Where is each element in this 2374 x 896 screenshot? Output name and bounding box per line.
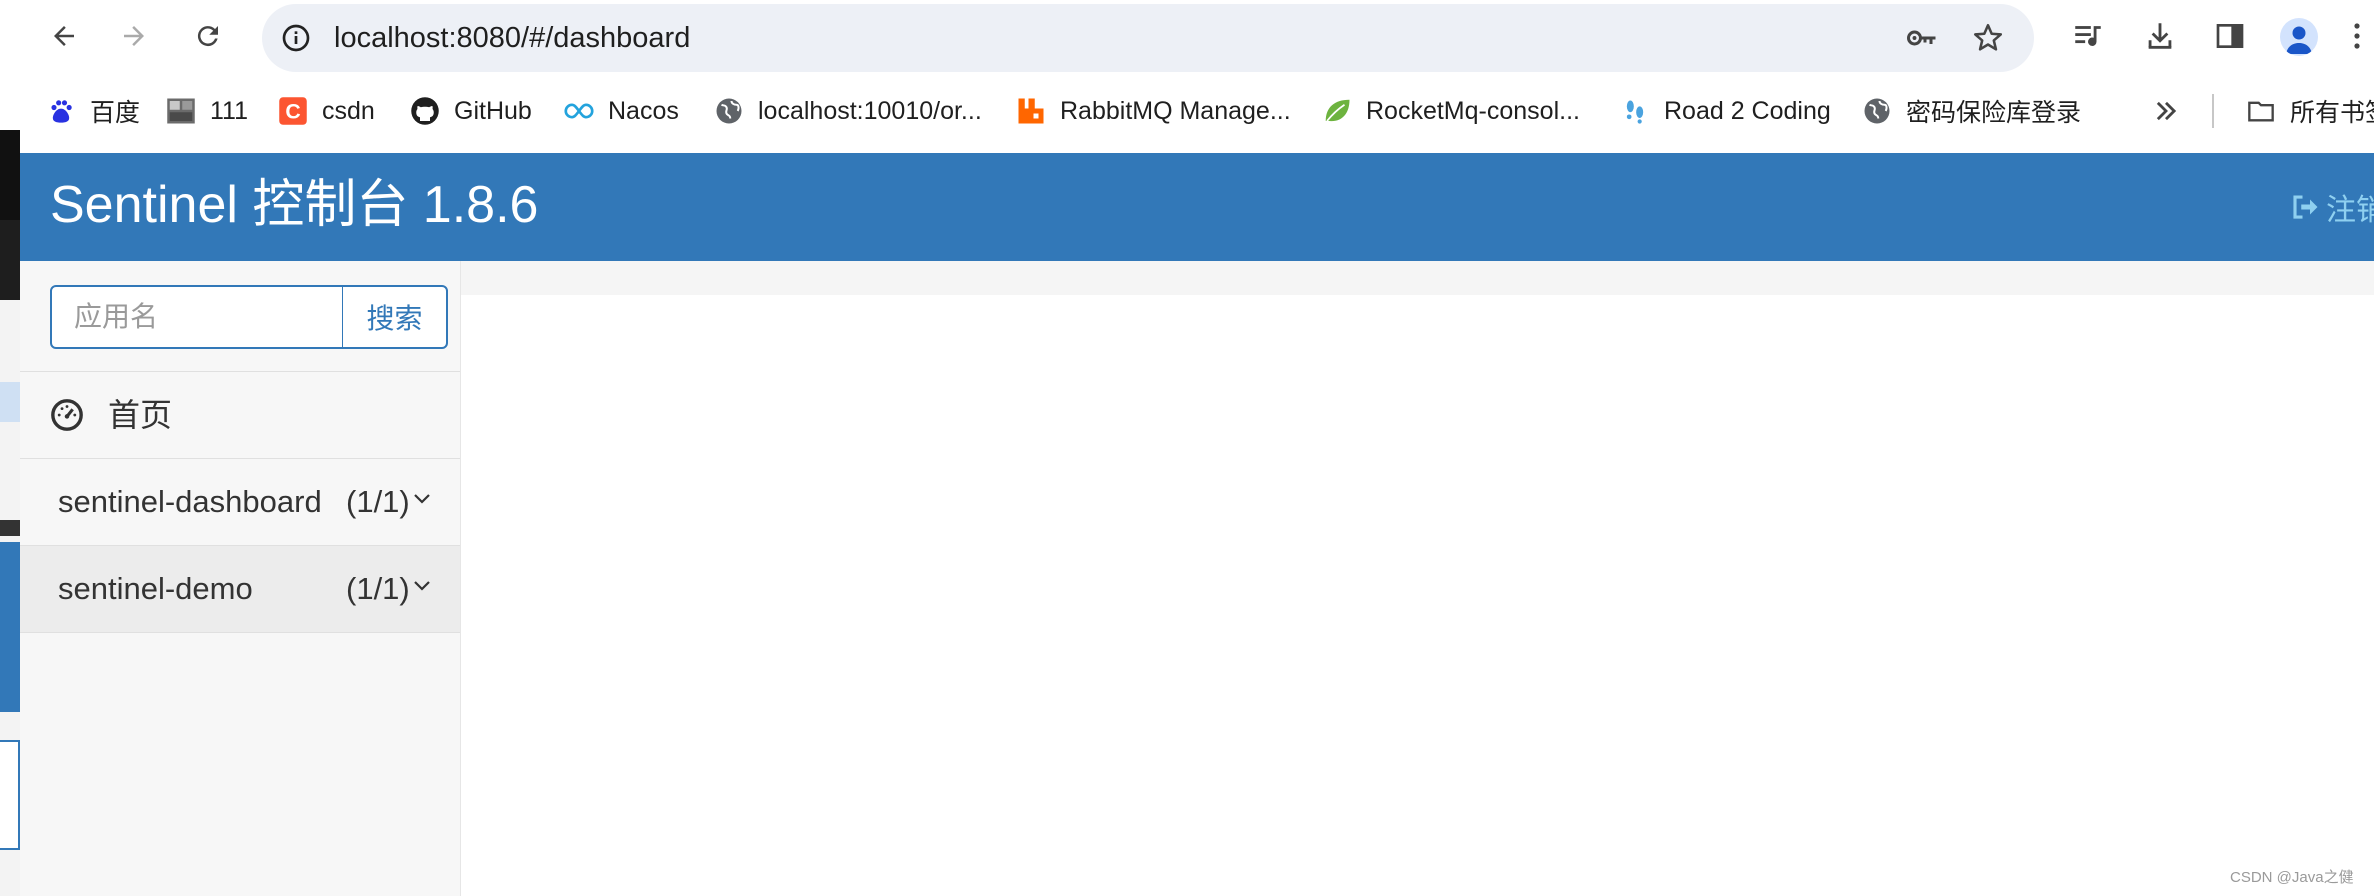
folder-icon bbox=[2246, 96, 2276, 126]
globe-icon bbox=[714, 96, 744, 126]
chevron-down-icon bbox=[414, 581, 430, 591]
app-title[interactable]: Sentinel 控制台 1.8.6 bbox=[50, 153, 538, 261]
baidu-icon bbox=[46, 96, 76, 126]
svg-text:C: C bbox=[285, 100, 300, 124]
bookmark-label: GitHub bbox=[454, 96, 532, 125]
logout-button[interactable]: 注销 bbox=[2290, 153, 2374, 261]
bookmark-label: Nacos bbox=[608, 96, 679, 125]
photo-icon bbox=[166, 96, 196, 126]
bookmark-item[interactable]: 百度 bbox=[46, 76, 140, 146]
bookmark-item[interactable]: RocketMq-consol... bbox=[1322, 76, 1580, 146]
globe-icon bbox=[1862, 96, 1892, 126]
app-name: sentinel-demo bbox=[58, 571, 253, 606]
sidebar-divider bbox=[20, 632, 460, 633]
bookmark-item[interactable]: localhost:10010/or... bbox=[714, 76, 982, 146]
sidebar-item-label: 首页 bbox=[108, 397, 173, 433]
double-chevron-right-icon bbox=[2156, 101, 2177, 121]
leaf-icon bbox=[1322, 96, 1352, 126]
app-machine-count: (1/1) bbox=[346, 484, 410, 519]
bookmark-item[interactable]: RabbitMQ Manage... bbox=[1016, 76, 1291, 146]
bookmark-label: RocketMq-consol... bbox=[1366, 96, 1580, 125]
bookmark-label: Road 2 Coding bbox=[1664, 96, 1831, 125]
arrow-left-icon bbox=[54, 26, 74, 46]
chevron-down-icon bbox=[414, 494, 430, 504]
reload-icon bbox=[197, 26, 218, 47]
bookmark-label: 百度 bbox=[90, 99, 141, 127]
password-key-icon[interactable] bbox=[1902, 18, 1942, 58]
browser-toolbar: localhost:8080/#/dashboard bbox=[0, 0, 2374, 76]
bookmark-label: 111 bbox=[210, 96, 249, 125]
app-name-search-input[interactable] bbox=[50, 285, 344, 349]
rabbitmq-icon bbox=[1016, 96, 1046, 126]
sidebar-item-home[interactable]: 首页 bbox=[20, 372, 460, 458]
url-text[interactable]: localhost:8080/#/dashboard bbox=[334, 4, 690, 72]
bookmarks-bar: 百度 111 C csdn GitHub Nacos localhost:100… bbox=[0, 76, 2374, 152]
bookmark-label: localhost:10010/or... bbox=[758, 96, 982, 125]
media-control-icon[interactable] bbox=[2066, 14, 2110, 58]
sentinel-app: Sentinel 控制台 1.8.6 注销 搜索 首页 sentinel-das… bbox=[20, 153, 2374, 896]
bookmark-label: csdn bbox=[322, 96, 375, 125]
app-machine-count: (1/1) bbox=[346, 571, 410, 606]
bookmark-item[interactable]: Nacos bbox=[564, 76, 679, 146]
app-search: 搜索 bbox=[50, 285, 448, 349]
sidebar-app-item[interactable]: sentinel-demo (1/1) bbox=[20, 546, 460, 632]
watermark: CSDN @Java之健 bbox=[2230, 869, 2354, 886]
background-window-edge bbox=[0, 130, 20, 896]
bookmark-item[interactable]: 密码保险库登录 bbox=[1862, 76, 2081, 146]
app-name: sentinel-dashboard bbox=[58, 484, 322, 519]
search-button[interactable]: 搜索 bbox=[342, 285, 448, 349]
csdn-icon: C bbox=[278, 96, 308, 126]
bookmarks-separator bbox=[2212, 94, 2214, 128]
sidebar: 搜索 首页 sentinel-dashboard (1/1) sentinel-… bbox=[20, 261, 461, 896]
profile-avatar-icon[interactable] bbox=[2280, 18, 2318, 56]
bookmark-star-icon[interactable] bbox=[1968, 18, 2008, 58]
forward-button[interactable] bbox=[112, 14, 156, 58]
more-menu-icon[interactable] bbox=[2352, 14, 2374, 58]
all-bookmarks-folder[interactable]: 所有书签 bbox=[2246, 76, 2374, 146]
bookmark-item[interactable]: Road 2 Coding bbox=[1620, 76, 1831, 146]
footprint-icon bbox=[1620, 96, 1650, 126]
bookmark-item[interactable]: C csdn bbox=[278, 76, 375, 146]
back-button[interactable] bbox=[42, 14, 86, 58]
bookmark-label: RabbitMQ Manage... bbox=[1060, 96, 1291, 125]
download-icon[interactable] bbox=[2138, 14, 2182, 58]
github-icon bbox=[410, 96, 440, 126]
logout-label: 注销 bbox=[2326, 194, 2374, 227]
more-bookmarks-button[interactable] bbox=[2152, 76, 2180, 146]
site-info-icon[interactable] bbox=[276, 18, 316, 58]
bookmark-label: 密码保险库登录 bbox=[1906, 99, 2082, 127]
content-header-band bbox=[461, 261, 2374, 295]
sign-out-icon bbox=[2293, 195, 2318, 219]
sidebar-app-item[interactable]: sentinel-dashboard (1/1) bbox=[20, 459, 460, 545]
app-header: Sentinel 控制台 1.8.6 注销 bbox=[20, 153, 2374, 261]
nacos-icon bbox=[564, 96, 594, 126]
dashboard-gauge-icon bbox=[51, 399, 83, 431]
bookmark-item[interactable]: 111 bbox=[166, 76, 248, 146]
address-bar[interactable]: localhost:8080/#/dashboard bbox=[262, 4, 2034, 72]
side-panel-icon[interactable] bbox=[2208, 14, 2252, 58]
arrow-right-icon bbox=[124, 26, 144, 46]
bookmark-item[interactable]: GitHub bbox=[410, 76, 532, 146]
main-content bbox=[461, 295, 2374, 896]
reload-button[interactable] bbox=[186, 14, 230, 58]
bookmark-label: 所有书签 bbox=[2290, 99, 2374, 127]
